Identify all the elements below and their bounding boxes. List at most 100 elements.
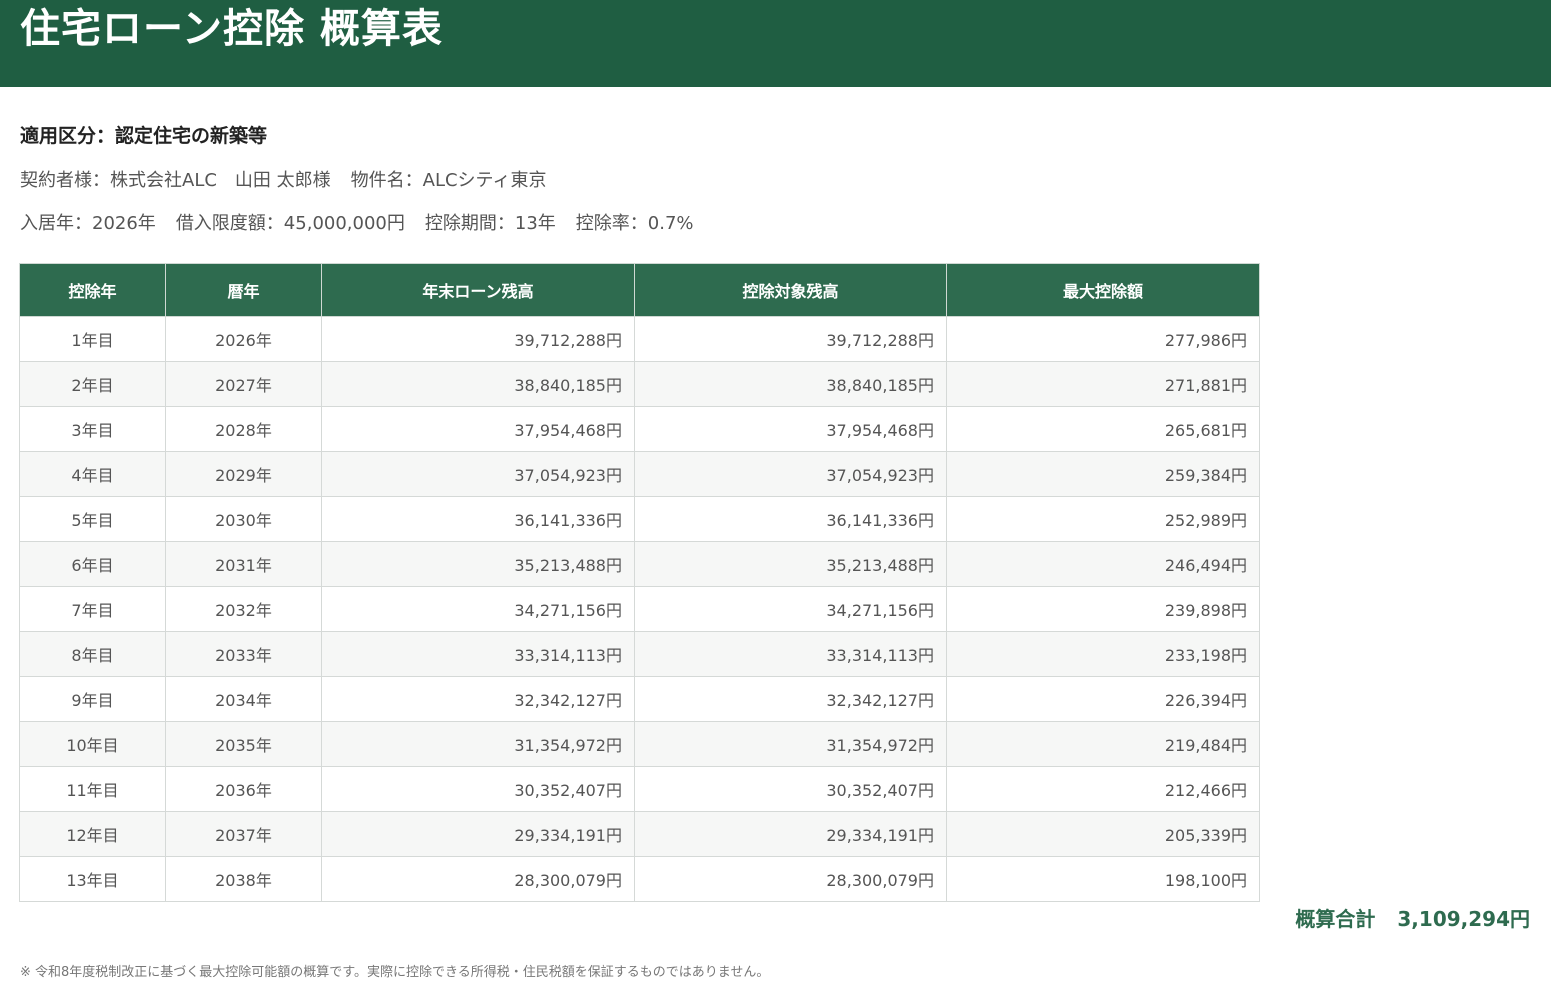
table-cell: 31,354,972円: [321, 721, 635, 767]
table-cell: 34,271,156円: [321, 586, 635, 632]
table-row: 2年目 2027年 38,840,185円 38,840,185円 271,881円: [19, 361, 1260, 407]
table-cell: 2031年: [165, 541, 322, 587]
column-header: 最大控除額: [946, 263, 1260, 317]
table-row: 10年目 2035年 31,354,972円 31,354,972円 219,484円: [19, 721, 1260, 767]
table-row: 5年目 2030年 36,141,336円 36,141,336円 252,989円: [19, 496, 1260, 542]
table-cell: 277,986円: [946, 316, 1260, 362]
table-cell: 259,384円: [946, 451, 1260, 497]
table-cell: 32,342,127円: [634, 676, 947, 722]
table-cell: 35,213,488円: [634, 541, 947, 587]
table-cell: 8年目: [19, 631, 166, 677]
table-cell: 28,300,079円: [321, 856, 635, 902]
contractor-name: 契約者様：株式会社ALC 山田 太郎様: [20, 170, 331, 191]
table-cell: 4年目: [19, 451, 166, 497]
total-summary: 概算合計 3,109,294円: [1295, 903, 1530, 932]
table-cell: 246,494円: [946, 541, 1260, 587]
table-cell: 33,314,113円: [634, 631, 947, 677]
table-row: 13年目 2038年 28,300,079円 28,300,079円 198,100円: [19, 856, 1260, 902]
table-cell: 31,354,972円: [634, 721, 947, 767]
column-header: 控除年: [19, 263, 166, 317]
table-cell: 2034年: [165, 676, 322, 722]
table-cell: 2038年: [165, 856, 322, 902]
table-body: 1年目 2026年 39,712,288円 39,712,288円 277,986円 2年…: [19, 316, 1260, 902]
deduction-rate: 控除率：0.7%: [575, 213, 694, 234]
table-cell: 2026年: [165, 316, 322, 362]
table-cell: 226,394円: [946, 676, 1260, 722]
table-row: 11年目 2036年 30,352,407円 30,352,407円 212,466円: [19, 766, 1260, 812]
table-cell: 7年目: [19, 586, 166, 632]
table-cell: 28,300,079円: [634, 856, 947, 902]
table-cell: 29,334,191円: [321, 811, 635, 857]
contract-info: 契約者様：株式会社ALC 山田 太郎様 物件名：ALCシティ東京: [20, 166, 546, 192]
column-header: 年末ローン残高: [321, 263, 635, 317]
table-cell: 37,954,468円: [321, 406, 635, 452]
table-cell: 265,681円: [946, 406, 1260, 452]
table-cell: 34,271,156円: [634, 586, 947, 632]
table-header-row: 控除年 暦年 年末ローン残高 控除対象残高 最大控除額: [19, 263, 1260, 317]
category-heading: 適用区分：認定住宅の新築等: [20, 125, 268, 147]
property-name: 物件名：ALCシティ東京: [350, 170, 547, 191]
table-cell: 2027年: [165, 361, 322, 407]
table-cell: 3年目: [19, 406, 166, 452]
loan-info: 入居年：2026年 借入限度額：45,000,000円 控除期間：13年 控除率：0.…: [20, 209, 694, 235]
table-row: 12年目 2037年 29,334,191円 29,334,191円 205,339円: [19, 811, 1260, 857]
table-row: 4年目 2029年 37,054,923円 37,054,923円 259,384円: [19, 451, 1260, 497]
table-row: 9年目 2034年 32,342,127円 32,342,127円 226,394円: [19, 676, 1260, 722]
table-cell: 2年目: [19, 361, 166, 407]
table-cell: 33,314,113円: [321, 631, 635, 677]
table-cell: 13年目: [19, 856, 166, 902]
table-cell: 37,054,923円: [634, 451, 947, 497]
deduction-table: 控除年 暦年 年末ローン残高 控除対象残高 最大控除額 1年目 2026年 39,7…: [19, 263, 1260, 902]
table-cell: 2032年: [165, 586, 322, 632]
table-cell: 233,198円: [946, 631, 1260, 677]
table-cell: 2029年: [165, 451, 322, 497]
table-cell: 32,342,127円: [321, 676, 635, 722]
table-cell: 205,339円: [946, 811, 1260, 857]
table-cell: 6年目: [19, 541, 166, 587]
table-cell: 36,141,336円: [321, 496, 635, 542]
disclaimer-note: ※ 令和8年度税制改正に基づく最大控除可能額の概算です。実際に控除できる所得税・…: [20, 965, 770, 980]
loan-limit: 借入限度額：45,000,000円: [175, 213, 405, 234]
total-label: 概算合計: [1295, 907, 1376, 931]
table-cell: 12年目: [19, 811, 166, 857]
table-cell: 30,352,407円: [634, 766, 947, 812]
table-cell: 2035年: [165, 721, 322, 767]
table-cell: 2033年: [165, 631, 322, 677]
table-row: 8年目 2033年 33,314,113円 33,314,113円 233,198円: [19, 631, 1260, 677]
table-cell: 5年目: [19, 496, 166, 542]
table-cell: 38,840,185円: [321, 361, 635, 407]
table-row: 6年目 2031年 35,213,488円 35,213,488円 246,494円: [19, 541, 1260, 587]
table-cell: 38,840,185円: [634, 361, 947, 407]
table-cell: 29,334,191円: [634, 811, 947, 857]
table-cell: 37,954,468円: [634, 406, 947, 452]
table-cell: 11年目: [19, 766, 166, 812]
table-cell: 9年目: [19, 676, 166, 722]
table-cell: 30,352,407円: [321, 766, 635, 812]
table-cell: 2036年: [165, 766, 322, 812]
page-header: 住宅ローン控除 概算表: [0, 0, 1551, 87]
table-cell: 37,054,923円: [321, 451, 635, 497]
page-title: 住宅ローン控除 概算表: [20, 6, 443, 52]
table-cell: 2037年: [165, 811, 322, 857]
table-cell: 212,466円: [946, 766, 1260, 812]
move-in-year: 入居年：2026年: [20, 213, 156, 234]
table-cell: 39,712,288円: [634, 316, 947, 362]
column-header: 暦年: [165, 263, 322, 317]
table-cell: 2028年: [165, 406, 322, 452]
table-row: 3年目 2028年 37,954,468円 37,954,468円 265,681円: [19, 406, 1260, 452]
table-cell: 239,898円: [946, 586, 1260, 632]
total-value: 3,109,294円: [1397, 907, 1530, 931]
column-header: 控除対象残高: [634, 263, 947, 317]
table-row: 7年目 2032年 34,271,156円 34,271,156円 239,898円: [19, 586, 1260, 632]
table-cell: 35,213,488円: [321, 541, 635, 587]
table-cell: 1年目: [19, 316, 166, 362]
table-cell: 39,712,288円: [321, 316, 635, 362]
table-cell: 198,100円: [946, 856, 1260, 902]
table-cell: 219,484円: [946, 721, 1260, 767]
table-cell: 271,881円: [946, 361, 1260, 407]
table-row: 1年目 2026年 39,712,288円 39,712,288円 277,986円: [19, 316, 1260, 362]
table-cell: 10年目: [19, 721, 166, 767]
table-cell: 2030年: [165, 496, 322, 542]
deduction-period: 控除期間：13年: [424, 213, 556, 234]
table-cell: 252,989円: [946, 496, 1260, 542]
